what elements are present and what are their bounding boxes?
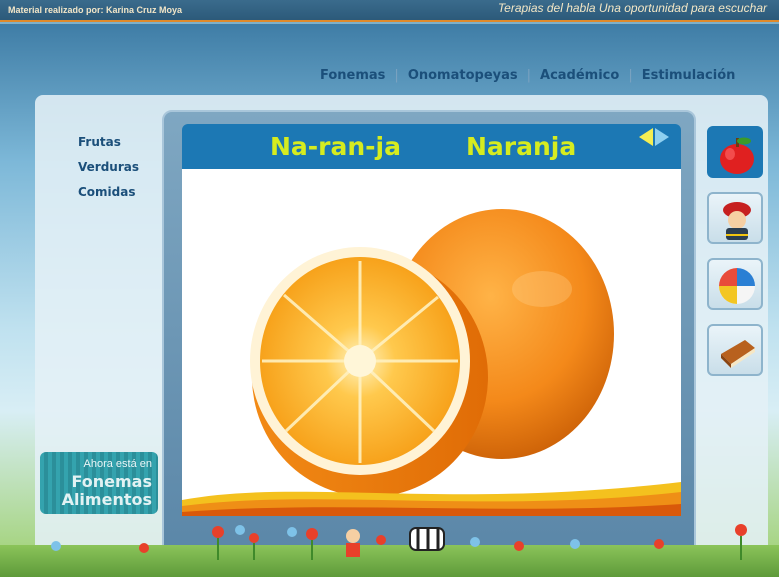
book-icon — [721, 340, 755, 368]
menu-item-comidas[interactable]: Comidas — [78, 180, 139, 205]
card-image-area — [182, 169, 681, 516]
nav-fonemas[interactable]: Fonemas — [320, 68, 385, 83]
orange-image — [250, 209, 614, 497]
nav-separator: | — [394, 68, 399, 83]
main-nav: Fonemas | Onomatopeyas | Académico | Est… — [320, 68, 735, 83]
word-title: Naranja — [466, 132, 577, 161]
menu-item-verduras[interactable]: Verduras — [78, 155, 139, 180]
beach-ball-icon — [719, 268, 755, 304]
firefighter-icon — [723, 202, 751, 240]
nav-onomatopeyas[interactable]: Onomatopeyas — [408, 68, 518, 83]
decorative-flowers — [0, 510, 779, 577]
location-label: Ahora está en — [83, 458, 153, 470]
nav-academico[interactable]: Académico — [540, 68, 619, 83]
nav-separator: | — [628, 68, 633, 83]
apple-icon — [720, 137, 754, 174]
card-header: Na-ran-ja Naranja — [182, 124, 681, 169]
side-button-ball[interactable] — [707, 258, 763, 310]
card-navigation — [639, 128, 669, 146]
location-section: Fonemas — [71, 472, 152, 491]
current-location-badge: Ahora está en Fonemas Alimentos — [40, 452, 158, 514]
next-arrow-icon[interactable] — [655, 128, 669, 146]
credit-text: Material realizado por: Karina Cruz Moya — [8, 5, 183, 15]
child-icon — [346, 529, 360, 543]
nav-estimulacion[interactable]: Estimulación — [642, 68, 736, 83]
side-button-firefighter[interactable] — [707, 192, 763, 244]
category-menu: Frutas Verduras Comidas — [78, 130, 139, 205]
previous-arrow-icon[interactable] — [639, 128, 653, 146]
location-subsection: Alimentos — [61, 490, 152, 509]
menu-item-frutas[interactable]: Frutas — [78, 130, 139, 155]
side-button-apple[interactable] — [707, 126, 763, 178]
nav-separator: | — [526, 68, 532, 83]
tagline-text: Terapias del habla Una oportunidad para … — [497, 1, 767, 15]
side-button-book[interactable] — [707, 324, 763, 376]
syllables-title: Na-ran-ja — [270, 132, 401, 161]
top-bar: Material realizado por: Karina Cruz Moya… — [0, 0, 779, 22]
